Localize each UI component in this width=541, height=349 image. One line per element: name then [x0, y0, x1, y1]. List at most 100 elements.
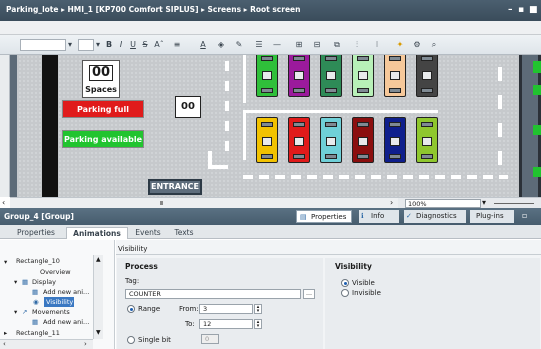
canvas-left-ruler — [0, 55, 10, 197]
car[interactable] — [320, 117, 342, 163]
tree-item-rectangle-10[interactable]: Rectangle_10 — [16, 257, 60, 265]
tag-browse-button[interactable]: … — [303, 289, 315, 299]
visible-radio[interactable] — [341, 279, 349, 287]
parking-available-indicator[interactable]: Parking available — [62, 130, 144, 148]
tree-item-display[interactable]: Display — [32, 278, 56, 286]
tag-input[interactable]: COUNTER — [125, 289, 301, 299]
horizontal-scrollbar[interactable]: ‹ › — [2, 197, 398, 208]
tree-item-overview[interactable]: Overview — [40, 268, 71, 276]
tab-events[interactable]: Events — [130, 227, 166, 239]
tree-item-movements[interactable]: Movements — [32, 308, 70, 316]
restore-icon[interactable]: ▪ — [518, 5, 524, 15]
arrange-icon[interactable]: ⁝ — [370, 39, 384, 51]
range-radio[interactable] — [127, 305, 135, 313]
spaces-counter[interactable]: 00 Spaces — [82, 60, 120, 98]
car[interactable] — [416, 117, 438, 163]
wizard-icon[interactable]: ✦ — [394, 39, 406, 51]
tab-animations[interactable]: Animations — [66, 227, 128, 239]
info-tab[interactable]: ℹ Info — [359, 210, 399, 223]
underline-button[interactable]: U — [128, 39, 138, 51]
tree-item-visibility[interactable]: Visibility — [46, 298, 73, 306]
tree-hscrollbar[interactable]: ‹ › — [0, 339, 93, 349]
parking-full-indicator[interactable]: Parking full — [62, 100, 144, 118]
single-bit-radio[interactable] — [127, 336, 135, 344]
align-objects-icon[interactable]: ⊞ — [292, 39, 306, 51]
bold-button[interactable]: B — [104, 39, 114, 51]
font-size-button[interactable]: Aˆ — [152, 39, 166, 51]
canvas-left-wall — [10, 55, 17, 197]
single-bit-input[interactable]: 0 — [201, 334, 219, 344]
line-style-icon[interactable]: ☰ — [252, 39, 266, 51]
tools-icon[interactable]: ⚙ — [410, 39, 424, 51]
entrance-label[interactable]: ENTRANCE — [148, 179, 202, 195]
size-combo-arrow-icon[interactable]: ▾ — [94, 39, 102, 51]
font-color-icon[interactable]: A — [196, 39, 210, 51]
car[interactable] — [288, 117, 310, 163]
font-combo[interactable] — [20, 39, 66, 51]
scroll-right-icon[interactable]: › — [84, 340, 87, 348]
car[interactable] — [384, 117, 406, 163]
align-icon[interactable]: ≡ — [170, 39, 184, 51]
breadcrumb-screen[interactable]: Root screen — [250, 5, 300, 14]
invisible-label: Invisible — [352, 289, 381, 297]
scroll-thumb[interactable] — [160, 201, 163, 205]
scroll-down-icon[interactable]: ▼ — [96, 329, 101, 336]
order-icon[interactable]: ⫶ — [350, 39, 364, 51]
scroll-left-icon[interactable]: ‹ — [3, 340, 6, 348]
car[interactable] — [416, 55, 438, 97]
car[interactable] — [256, 55, 278, 97]
fill-color-icon[interactable]: ◈ — [214, 39, 228, 51]
font-combo-arrow-icon[interactable]: ▾ — [66, 39, 74, 51]
expand-icon[interactable]: ▾ — [14, 308, 17, 316]
plugins-tab[interactable]: Plug-ins — [470, 210, 514, 223]
tree-scrollbar[interactable]: ▲ ▼ — [93, 255, 103, 339]
dashed-road-line — [243, 175, 508, 179]
car[interactable] — [352, 117, 374, 163]
tree-item-add-animation[interactable]: Add new ani... — [43, 288, 89, 296]
to-stepper-icon[interactable]: ▴ ▾ — [254, 319, 262, 329]
breadcrumb-device[interactable]: HMI_1 [KP700 Comfort SIPLUS] — [67, 5, 198, 14]
line-width-icon[interactable]: — — [270, 39, 284, 51]
zoom-dropdown-icon[interactable]: ▾ — [482, 198, 486, 207]
minimize-icon[interactable]: – — [508, 5, 513, 15]
zoom-field[interactable]: 100% — [405, 199, 481, 208]
invisible-radio[interactable] — [341, 289, 349, 297]
from-input[interactable]: 3 — [199, 304, 253, 314]
panel-options-icon[interactable]: ▫ — [522, 211, 527, 220]
screen-canvas[interactable]: 00 Spaces Parking full 00 Parking availa… — [10, 55, 519, 197]
expand-icon[interactable]: ▾ — [4, 258, 7, 266]
strikethrough-button[interactable]: S — [140, 39, 150, 51]
io-field-counter[interactable]: 00 — [175, 96, 201, 118]
expand-icon[interactable]: ▾ — [14, 278, 17, 286]
distribute-icon[interactable]: ⊟ — [310, 39, 324, 51]
breadcrumb-screens[interactable]: Screens — [208, 5, 242, 14]
scroll-right-icon[interactable]: › — [390, 198, 393, 207]
car[interactable] — [288, 55, 310, 97]
visibility-icon: ◉ — [33, 298, 39, 306]
tree-item-add-animation[interactable]: Add new ani... — [43, 318, 89, 326]
car[interactable] — [256, 117, 278, 163]
zoom-slider[interactable] — [494, 203, 534, 204]
breadcrumb-project[interactable]: Parking_lote — [6, 5, 58, 14]
pen-color-icon[interactable]: ✎ — [232, 39, 246, 51]
left-road — [42, 55, 58, 197]
zoom-icon[interactable]: ⌕ — [428, 39, 440, 51]
italic-button[interactable]: I — [116, 39, 126, 51]
scroll-left-icon[interactable]: ‹ — [2, 198, 5, 207]
tab-properties[interactable]: Properties — [10, 227, 62, 239]
size-combo[interactable] — [78, 39, 94, 51]
tab-texts[interactable]: Texts — [168, 227, 200, 239]
group-icon[interactable]: ⧉ — [330, 39, 344, 51]
car[interactable] — [384, 55, 406, 97]
car[interactable] — [352, 55, 374, 97]
collapse-icon[interactable]: ▸ — [4, 329, 7, 337]
tag-label: Tag: — [125, 277, 140, 285]
from-stepper-icon[interactable]: ▴ ▾ — [254, 304, 262, 314]
to-input[interactable]: 12 — [199, 319, 253, 329]
close-icon[interactable]: ■ — [529, 5, 538, 15]
diagnostics-tab[interactable]: ✓ Diagnostics — [404, 210, 466, 223]
car[interactable] — [320, 55, 342, 97]
properties-tab[interactable]: ▤ Properties — [296, 210, 352, 223]
tree-item-rectangle-11[interactable]: Rectangle_11 — [16, 329, 60, 337]
scroll-up-icon[interactable]: ▲ — [96, 256, 101, 263]
